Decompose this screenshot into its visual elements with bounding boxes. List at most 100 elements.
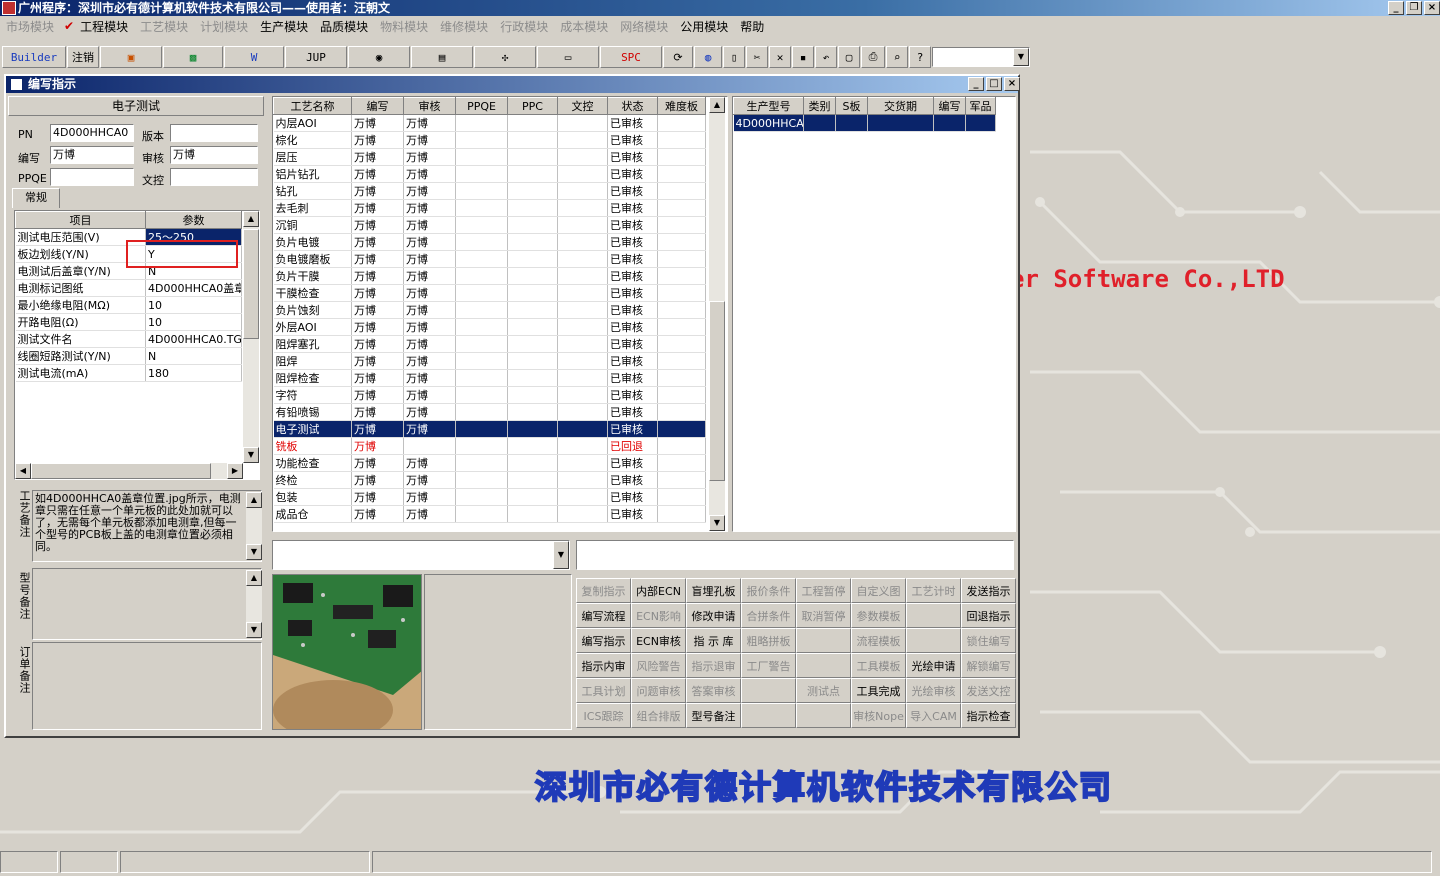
process-row[interactable]: 内层AOI 万博 万博 已审核 — [273, 114, 706, 132]
param-value[interactable]: 4D000HHCA0盖章 — [145, 279, 242, 297]
menu-item-1[interactable]: 工程模块 — [74, 18, 134, 35]
action-button-1-7[interactable]: 回退指示 — [961, 603, 1016, 628]
spc-button[interactable]: SPC — [600, 46, 662, 68]
process-row[interactable]: 层压 万博 万博 已审核 — [273, 148, 706, 166]
action-button-1-3[interactable]: 合拼条件 — [741, 603, 796, 628]
process-row[interactable]: 字符 万博 万博 已审核 — [273, 386, 706, 404]
process-row[interactable]: 终检 万博 万博 已审核 — [273, 471, 706, 489]
note-vscroll[interactable]: ▲ ▼ — [246, 492, 262, 560]
refresh-icon[interactable]: ⟳ — [663, 46, 693, 68]
action-button-4-2[interactable]: 答案审核 — [686, 678, 741, 703]
reviewer-field[interactable]: 万博 — [170, 146, 258, 164]
print-icon[interactable]: ⎙ — [861, 46, 885, 68]
process-row[interactable]: 有铅喷锡 万博 万博 已审核 — [273, 403, 706, 421]
toolbar-dropdown[interactable]: ▼ — [932, 47, 1030, 67]
action-button-5-7[interactable]: 指示检查 — [961, 703, 1016, 728]
model-note-text[interactable] — [32, 568, 262, 640]
ppqe-field[interactable] — [50, 168, 134, 186]
action-button-5-4[interactable] — [796, 703, 851, 728]
action-button-2-5[interactable]: 流程模板 — [851, 628, 906, 653]
scroll-down-icon[interactable]: ▼ — [246, 622, 262, 638]
process-row[interactable]: 负片电镀 万博 万博 已审核 — [273, 233, 706, 251]
network-icon[interactable]: ✣ — [474, 46, 536, 68]
process-row[interactable]: 电子测试 万博 万博 已审核 — [273, 420, 706, 438]
writer-field[interactable]: 万博 — [50, 146, 134, 164]
child-minimize-button[interactable]: _ — [968, 77, 984, 91]
process-row[interactable]: 负片干膜 万博 万博 已审核 — [273, 267, 706, 285]
process-row[interactable]: 干膜检查 万博 万博 已审核 — [273, 284, 706, 302]
param-row[interactable]: 开路电阻(Ω) 10 — [15, 313, 242, 331]
action-button-0-6[interactable]: 工艺计时 — [906, 578, 961, 603]
param-value[interactable]: 10 — [145, 296, 242, 314]
action-button-4-1[interactable]: 问题审核 — [631, 678, 686, 703]
process-row[interactable]: 功能检查 万博 万博 已审核 — [273, 454, 706, 472]
action-button-0-3[interactable]: 报价条件 — [741, 578, 796, 603]
action-button-2-3[interactable]: 粗略拼板 — [741, 628, 796, 653]
action-button-0-0[interactable]: 复制指示 — [576, 578, 631, 603]
action-button-1-0[interactable]: 编写流程 — [576, 603, 631, 628]
action-button-5-1[interactable]: 组合排版 — [631, 703, 686, 728]
delete-icon[interactable]: ✕ — [769, 46, 791, 68]
scroll-up-icon[interactable]: ▲ — [709, 97, 725, 113]
process-row[interactable]: 包装 万博 万博 已审核 — [273, 488, 706, 506]
process-row[interactable]: 去毛刺 万博 万博 已审核 — [273, 199, 706, 217]
param-value[interactable]: 4D000HHCA0.TGZ — [145, 330, 242, 348]
param-row[interactable]: 测试电流(mA) 180 — [15, 364, 242, 382]
action-button-1-6[interactable] — [906, 603, 961, 628]
action-button-5-0[interactable]: ICS跟踪 — [576, 703, 631, 728]
action-button-1-5[interactable]: 参数模板 — [851, 603, 906, 628]
instruction-input[interactable] — [576, 540, 1014, 570]
menu-item-0[interactable]: 市场模块 — [0, 18, 60, 35]
action-button-3-5[interactable]: 工具模板 — [851, 653, 906, 678]
scroll-down-icon[interactable]: ▼ — [246, 544, 262, 560]
param-value[interactable]: N — [145, 347, 242, 365]
menu-item-6[interactable]: 物料模块 — [374, 18, 434, 35]
process-row[interactable]: 棕化 万博 万博 已审核 — [273, 131, 706, 149]
process-row[interactable]: 铝片钻孔 万博 万博 已审核 — [273, 165, 706, 183]
menu-item-8[interactable]: 行政模块 — [494, 18, 554, 35]
process-header[interactable]: 审核 — [403, 97, 456, 115]
param-value[interactable]: 180 — [145, 364, 242, 382]
process-header[interactable]: 文控 — [557, 97, 608, 115]
process-row[interactable]: 外层AOI 万博 万博 已审核 — [273, 318, 706, 336]
globe-icon[interactable]: ◍ — [694, 46, 722, 68]
model-header[interactable]: 类别 — [803, 97, 836, 115]
action-button-2-0[interactable]: 编写指示 — [576, 628, 631, 653]
process-row[interactable]: 阻焊检查 万博 万博 已审核 — [273, 369, 706, 387]
scroll-down-icon[interactable]: ▼ — [243, 447, 259, 463]
model-header[interactable]: 交货期 — [867, 97, 934, 115]
param-header-value[interactable]: 参数 — [145, 211, 242, 229]
process-combo[interactable]: ▼ — [272, 540, 570, 570]
process-row[interactable]: 成品仓 万博 万博 已审核 — [273, 505, 706, 523]
action-button-2-7[interactable]: 锁住编写 — [961, 628, 1016, 653]
scroll-down-icon[interactable]: ▼ — [709, 515, 725, 531]
preview-icon[interactable]: ▢ — [838, 46, 860, 68]
child-maximize-button[interactable]: □ — [986, 77, 1002, 91]
save-icon[interactable]: ▪ — [792, 46, 814, 68]
menu-item-5[interactable]: 品质模块 — [314, 18, 374, 35]
model-row[interactable]: 4D000HHCA0 — [733, 114, 996, 132]
action-button-3-1[interactable]: 风险警告 — [631, 653, 686, 678]
process-vscroll[interactable]: ▲ ▼ — [709, 97, 725, 531]
help-icon[interactable]: ? — [909, 46, 931, 68]
process-row[interactable]: 沉铜 万博 万博 已审核 — [273, 216, 706, 234]
process-row[interactable]: 负电镀磨板 万博 万博 已审核 — [273, 250, 706, 268]
scroll-up-icon[interactable]: ▲ — [246, 570, 262, 586]
process-header[interactable]: 难度板 — [657, 97, 706, 115]
undo-icon[interactable]: ↶ — [815, 46, 837, 68]
menu-item-11[interactable]: 公用模块 — [674, 18, 734, 35]
process-row[interactable]: 阻焊塞孔 万博 万博 已审核 — [273, 335, 706, 353]
cut-icon[interactable]: ✂ — [746, 46, 768, 68]
param-row[interactable]: 线圈短路测试(Y/N) N — [15, 347, 242, 365]
action-button-3-6[interactable]: 光绘申请 — [906, 653, 961, 678]
param-row[interactable]: 电测标记图纸 4D000HHCA0盖章 — [15, 279, 242, 297]
process-header[interactable]: PPQE — [455, 97, 508, 115]
action-button-2-4[interactable] — [796, 628, 851, 653]
action-button-0-1[interactable]: 内部ECN — [631, 578, 686, 603]
pcb-photo[interactable] — [272, 574, 422, 730]
builder-button[interactable]: Builder — [2, 46, 66, 68]
close-button[interactable]: × — [1424, 1, 1440, 15]
action-button-4-3[interactable] — [741, 678, 796, 703]
param-row[interactable]: 最小绝缘电阻(MΩ) 10 — [15, 296, 242, 314]
tab-general[interactable]: 常规 — [12, 188, 60, 208]
